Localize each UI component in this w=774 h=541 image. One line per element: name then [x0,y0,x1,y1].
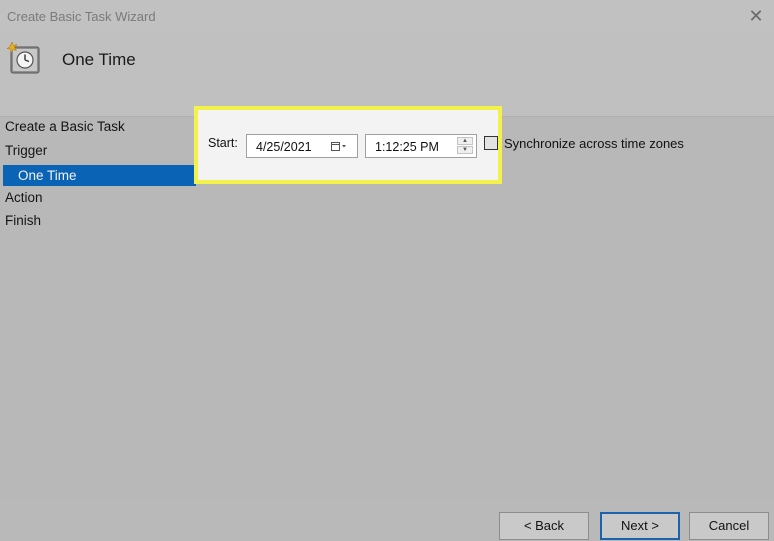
time-spinner: ▲ ▼ [457,137,473,155]
nav-item-trigger[interactable]: Trigger [0,141,196,165]
nav-item-one-time[interactable]: One Time [3,165,196,186]
start-label: Start: [208,136,238,150]
start-time-picker[interactable]: 1:12:25 PM ▲ ▼ [365,134,477,158]
window-title: Create Basic Task Wizard [7,9,156,24]
nav-item-create-basic-task[interactable]: Create a Basic Task [0,117,196,141]
spin-down-icon[interactable]: ▼ [457,146,473,154]
calendar-dropdown-icon[interactable] [331,141,347,152]
next-button[interactable]: Next > [600,512,680,540]
nav-item-action[interactable]: Action [0,188,196,212]
close-icon[interactable]: ✕ [748,7,764,25]
sync-time-zones-checkbox[interactable] [484,136,498,150]
wizard-steps-nav: Create a Basic Task Trigger One Time Act… [0,117,196,235]
wizard-header: One Time [0,32,774,116]
page-title: One Time [62,50,136,69]
scheduled-task-clock-icon [6,41,40,74]
spin-up-icon[interactable]: ▲ [457,137,473,145]
title-bar: Create Basic Task Wizard ✕ [0,0,774,32]
back-button[interactable]: < Back [499,512,589,540]
cancel-button[interactable]: Cancel [689,512,769,540]
nav-item-finish[interactable]: Finish [0,211,196,235]
start-date-picker[interactable]: 4/25/2021 [246,134,358,158]
start-time-value: 1:12:25 PM [375,140,439,154]
start-date-value: 4/25/2021 [256,140,312,154]
sync-time-zones-label[interactable]: Synchronize across time zones [504,136,684,151]
